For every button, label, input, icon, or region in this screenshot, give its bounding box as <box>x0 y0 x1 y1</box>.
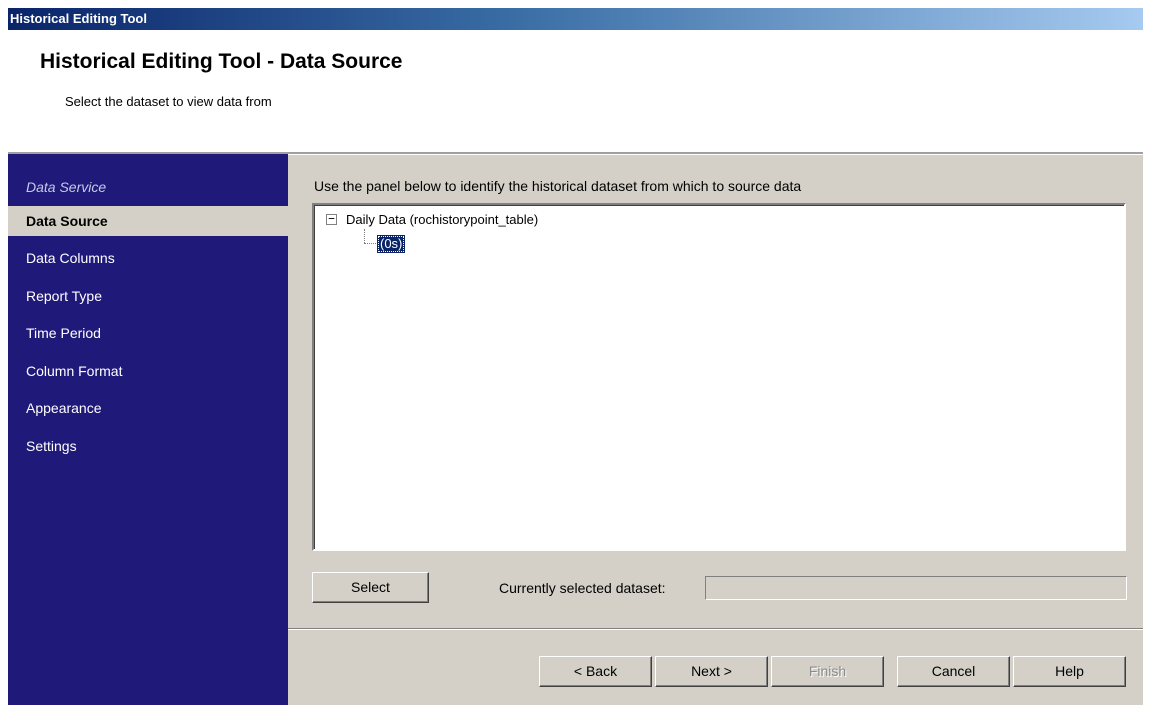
wizard-steps-sidebar: Data Service Data Source Data Columns Re… <box>8 154 288 705</box>
tree-connector-branch <box>364 243 376 244</box>
main-panel: Use the panel below to identify the hist… <box>288 154 1143 705</box>
sidebar-item-report-type[interactable]: Report Type <box>8 281 288 311</box>
dataset-tree[interactable]: − Daily Data (rochistorypoint_table) (0s… <box>312 203 1126 551</box>
cancel-button[interactable]: Cancel <box>897 656 1010 687</box>
tree-connector-line <box>364 229 365 243</box>
sidebar-item-appearance[interactable]: Appearance <box>8 393 288 423</box>
sidebar-item-data-columns[interactable]: Data Columns <box>8 243 288 273</box>
wizard-header: Historical Editing Tool - Data Source Se… <box>8 30 1143 152</box>
tree-node-0s-selected[interactable]: (0s) <box>377 235 406 253</box>
tree-node-daily-data[interactable]: − Daily Data (rochistorypoint_table) <box>326 212 538 227</box>
page-subtitle: Select the dataset to view data from <box>65 94 272 109</box>
selected-dataset-field <box>705 576 1127 600</box>
title-bar: Historical Editing Tool <box>8 8 1143 30</box>
finish-button[interactable]: Finish <box>771 656 884 687</box>
back-button[interactable]: < Back <box>539 656 652 687</box>
select-button[interactable]: Select <box>312 572 429 603</box>
page-title: Historical Editing Tool - Data Source <box>40 50 403 73</box>
footer-divider <box>288 628 1143 630</box>
tree-node-label[interactable]: Daily Data (rochistorypoint_table) <box>346 212 538 227</box>
selected-dataset-label: Currently selected dataset: <box>499 580 666 596</box>
collapse-icon[interactable]: − <box>326 213 337 225</box>
sidebar-item-settings[interactable]: Settings <box>8 431 288 461</box>
next-button[interactable]: Next > <box>655 656 768 687</box>
sidebar-item-time-period[interactable]: Time Period <box>8 318 288 348</box>
sidebar-item-column-format[interactable]: Column Format <box>8 356 288 386</box>
wizard-window: Historical Editing Tool Historical Editi… <box>8 8 1143 705</box>
sidebar-group-label: Data Service <box>26 179 107 195</box>
sidebar-item-data-source[interactable]: Data Source <box>8 206 288 236</box>
instructions-text: Use the panel below to identify the hist… <box>314 178 802 194</box>
help-button[interactable]: Help <box>1013 656 1126 687</box>
